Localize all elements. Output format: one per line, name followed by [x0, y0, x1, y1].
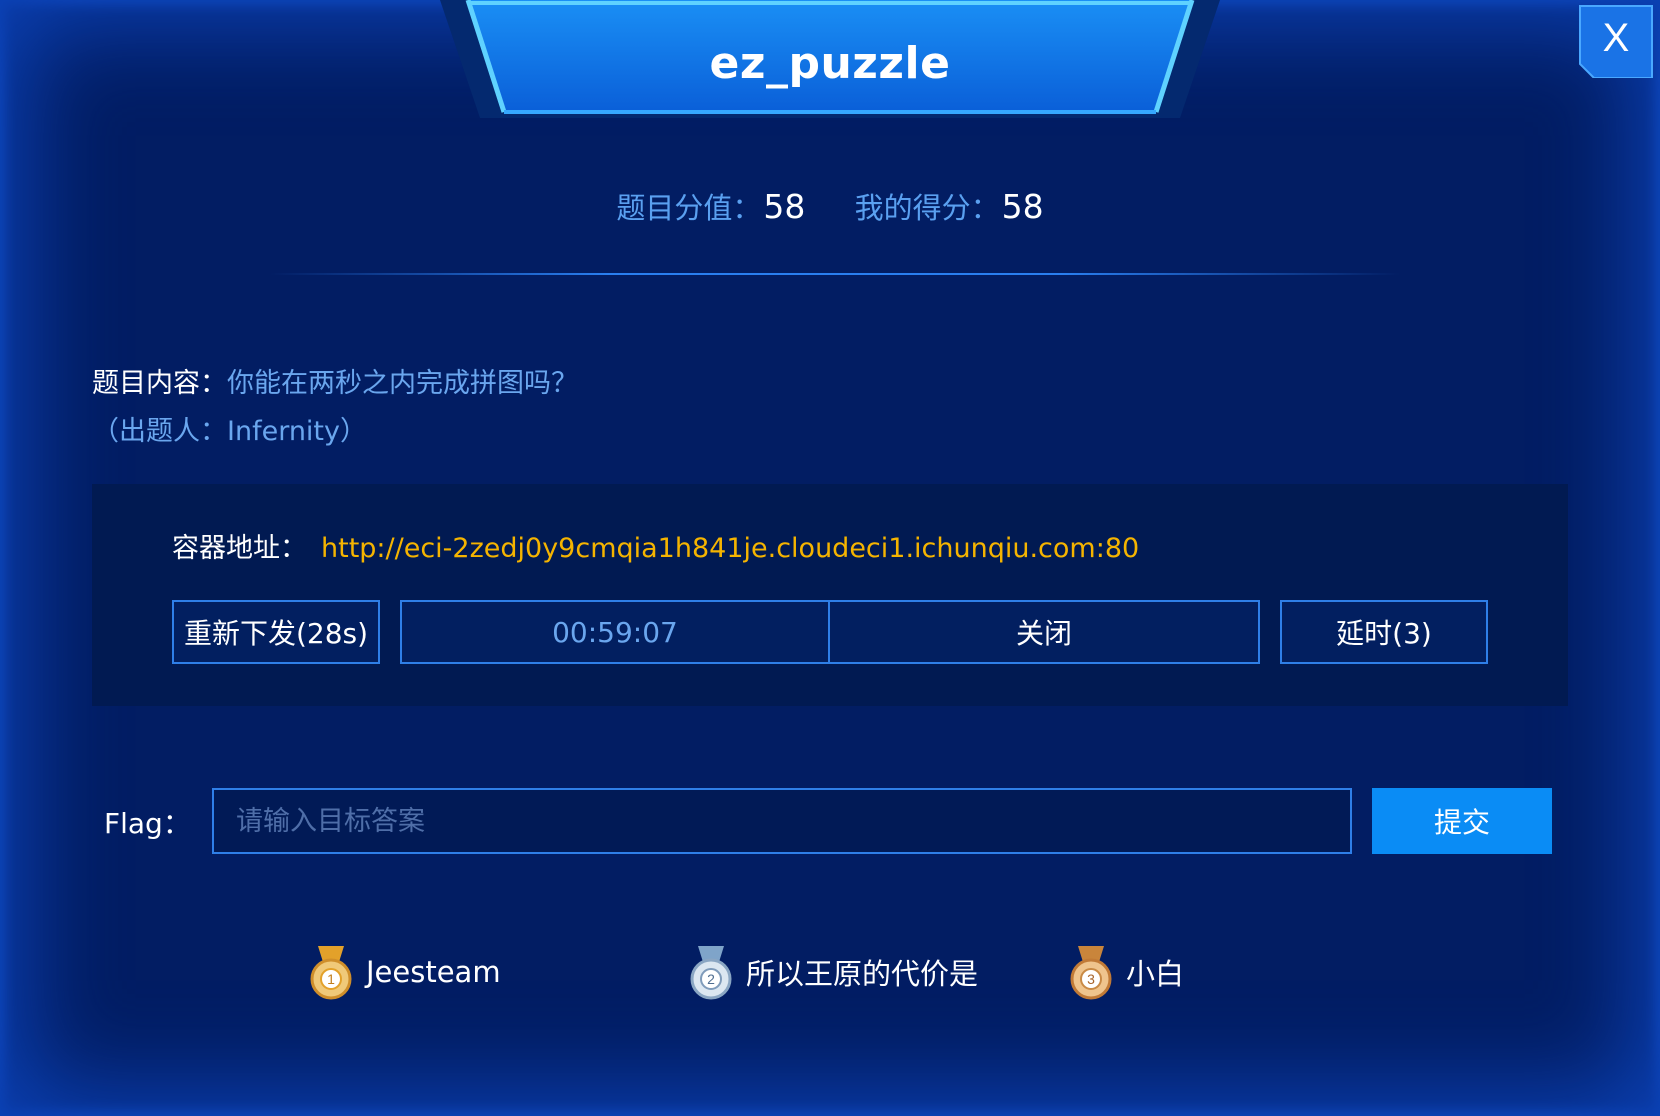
extend-time-button[interactable]: 延时(3): [1280, 600, 1488, 664]
gold-medal-icon: 1: [310, 946, 352, 1000]
description-text: 你能在两秒之内完成拼图吗？: [227, 368, 578, 399]
container-address: 容器地址： http://eci-2zedj0y9cmqia1h841je.clo…: [172, 526, 1139, 565]
challenge-score: 题目分值：58: [616, 185, 805, 227]
title-banner: ez_puzzle: [440, 0, 1220, 118]
rank-item-2: 2 所以王原的代价是: [686, 942, 978, 1002]
description-label: 题目内容：: [92, 368, 227, 399]
divider: [270, 273, 1400, 275]
rank-1-number: 1: [327, 971, 335, 987]
my-score-value: 58: [1001, 187, 1044, 226]
bronze-medal-icon: 3: [1070, 946, 1112, 1000]
container-address-label: 容器地址：: [172, 533, 307, 564]
rank-3-number: 3: [1087, 971, 1095, 987]
resend-button[interactable]: 重新下发(28s): [172, 600, 380, 664]
rank-2-number: 2: [707, 971, 715, 987]
countdown-timer: 00:59:07: [400, 600, 830, 664]
challenge-score-value: 58: [763, 187, 806, 226]
rank-2-name: 所以王原的代价是: [746, 957, 979, 991]
flag-label: Flag：: [104, 807, 191, 840]
submit-button[interactable]: 提交: [1372, 788, 1552, 854]
rank-1-name: Jeesteam: [366, 955, 501, 989]
silver-medal-icon: 2: [690, 946, 732, 1000]
challenge-modal: ez_puzzle X 题目分值：58 我的得分：58 题目内容：你能在两秒之内…: [0, 0, 1660, 1116]
challenge-score-label: 题目分值：: [616, 191, 762, 225]
rank-item-1: 1 Jeesteam: [306, 942, 501, 1002]
rank-item-3: 3 小白: [1066, 942, 1184, 1002]
challenge-description: 题目内容：你能在两秒之内完成拼图吗？ （出题人：Infernity）: [92, 360, 578, 456]
flag-input[interactable]: [212, 788, 1352, 854]
close-icon: X: [1602, 16, 1630, 60]
score-row: 题目分值：58 我的得分：58: [0, 185, 1660, 227]
my-score: 我的得分：58: [855, 185, 1044, 227]
challenge-author: （出题人：Infernity）: [92, 416, 367, 447]
container-url-link[interactable]: http://eci-2zedj0y9cmqia1h841je.cloudeci…: [321, 533, 1139, 564]
my-score-label: 我的得分：: [854, 191, 1000, 225]
container-panel: 容器地址： http://eci-2zedj0y9cmqia1h841je.clo…: [92, 484, 1568, 706]
rank-3-name: 小白: [1126, 957, 1185, 991]
close-modal-button[interactable]: X: [1578, 4, 1654, 78]
description-line: 题目内容：你能在两秒之内完成拼图吗？: [92, 360, 578, 408]
close-container-button[interactable]: 关闭: [830, 600, 1260, 664]
page-title: ez_puzzle: [709, 38, 951, 89]
